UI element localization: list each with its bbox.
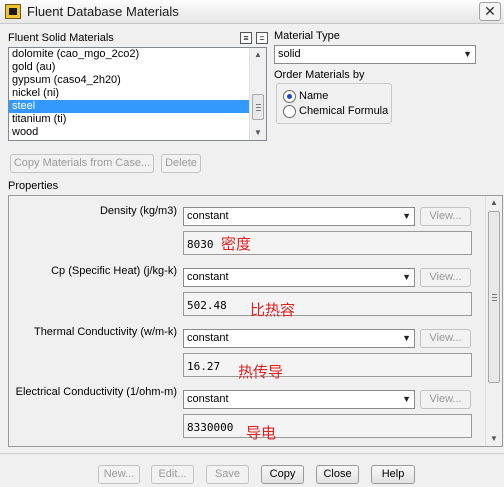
material-list-item[interactable]: gold (au) — [9, 61, 249, 74]
order-by-name-label: Name — [299, 90, 329, 102]
cp-view-button[interactable]: View... — [420, 268, 471, 287]
thermal-conductivity-method-value: constant — [187, 332, 229, 344]
material-type-label: Material Type — [274, 30, 340, 42]
density-method-dropdown[interactable]: constant ▼ — [183, 207, 415, 226]
order-by-name-radio[interactable] — [283, 90, 296, 103]
cp-method-dropdown[interactable]: constant ▼ — [183, 268, 415, 287]
dropdown-arrow-icon: ▼ — [402, 272, 411, 282]
material-list-item[interactable]: wood — [9, 126, 249, 139]
thermal-conductivity-value-field[interactable]: 16.27 — [183, 353, 472, 377]
scroll-up-icon[interactable]: ▲ — [486, 196, 502, 210]
dropdown-arrow-icon: ▼ — [402, 333, 411, 343]
scroll-down-icon[interactable]: ▼ — [250, 126, 266, 140]
dialog-button-bar — [0, 453, 504, 487]
help-button[interactable]: Help — [371, 465, 415, 484]
electrical-conductivity-annotation: 导电 — [246, 424, 277, 442]
material-type-dropdown[interactable]: solid ▼ — [274, 45, 476, 64]
electrical-conductivity-label: Electrical Conductivity (1/ohm-m) — [15, 386, 177, 398]
cp-label: Cp (Specific Heat) (j/kg-k) — [51, 265, 177, 277]
thermal-conductivity-method-dropdown[interactable]: constant ▼ — [183, 329, 415, 348]
electrical-conductivity-method-value: constant — [187, 393, 229, 405]
fluent-app-icon — [5, 4, 21, 19]
materials-scroll-thumb[interactable] — [252, 94, 264, 120]
copy-from-case-button[interactable]: Copy Materials from Case... — [10, 154, 154, 173]
material-type-value: solid — [278, 48, 301, 60]
electrical-conductivity-view-button[interactable]: View... — [420, 390, 471, 409]
materials-list-scrollbar[interactable]: ▲ ▼ — [249, 48, 266, 140]
scroll-up-icon[interactable]: ▲ — [250, 48, 266, 62]
thermal-conductivity-label: Thermal Conductivity (w/m-k) — [33, 326, 177, 338]
thermal-conductivity-view-button[interactable]: View... — [420, 329, 471, 348]
material-list-item[interactable]: gypsum (caso4_2h20) — [9, 74, 249, 87]
material-list-item[interactable]: steel — [9, 100, 249, 113]
properties-label: Properties — [8, 180, 59, 192]
cp-method-value: constant — [187, 271, 229, 283]
close-button[interactable]: Close — [316, 465, 359, 484]
solid-materials-list[interactable]: dolomite (cao_mgo_2co2) gold (au) gypsum (… — [8, 47, 267, 141]
save-button[interactable]: Save — [206, 465, 249, 484]
properties-scroll-thumb[interactable] — [488, 211, 500, 383]
window-close-button[interactable]: ✕ — [479, 2, 501, 21]
dropdown-arrow-icon: ▼ — [463, 49, 472, 59]
copy-button[interactable]: Copy — [261, 465, 304, 484]
scroll-down-icon[interactable]: ▼ — [486, 432, 502, 446]
cp-value-field[interactable]: 502.48 — [183, 292, 472, 316]
select-all-button[interactable]: ≡ — [240, 32, 252, 44]
delete-button[interactable]: Delete — [161, 154, 201, 173]
order-by-group — [276, 83, 392, 124]
thermal-conductivity-annotation: 热传导 — [238, 363, 284, 381]
new-button[interactable]: New... — [98, 465, 140, 484]
electrical-conductivity-method-dropdown[interactable]: constant ▼ — [183, 390, 415, 409]
order-by-formula-label: Chemical Formula — [299, 105, 389, 117]
dropdown-arrow-icon: ▼ — [402, 211, 411, 221]
edit-button[interactable]: Edit... — [151, 465, 194, 484]
material-list-item[interactable]: dolomite (cao_mgo_2co2) — [9, 48, 249, 61]
density-label: Density (kg/m3) — [99, 205, 177, 217]
order-materials-label: Order Materials by — [274, 69, 365, 81]
properties-panel: Density (kg/m3) constant ▼ View... 8030 … — [8, 195, 503, 447]
cp-annotation: 比热容 — [250, 301, 296, 319]
solid-materials-label: Fluent Solid Materials — [8, 32, 114, 44]
order-by-formula-radio[interactable] — [283, 105, 296, 118]
properties-scrollbar[interactable]: ▲ ▼ — [485, 196, 502, 446]
electrical-conductivity-value-field[interactable]: 8330000 — [183, 414, 472, 438]
material-list-item[interactable]: nickel (ni) — [9, 87, 249, 100]
material-list-item[interactable]: titanium (ti) — [9, 113, 249, 126]
dropdown-arrow-icon: ▼ — [402, 394, 411, 404]
title-bar: Fluent Database Materials ✕ — [0, 0, 504, 24]
density-view-button[interactable]: View... — [420, 207, 471, 226]
density-method-value: constant — [187, 210, 229, 222]
window-title: Fluent Database Materials — [27, 4, 179, 19]
deselect-all-button[interactable]: = — [256, 32, 268, 44]
density-annotation: 密度 — [221, 235, 252, 253]
